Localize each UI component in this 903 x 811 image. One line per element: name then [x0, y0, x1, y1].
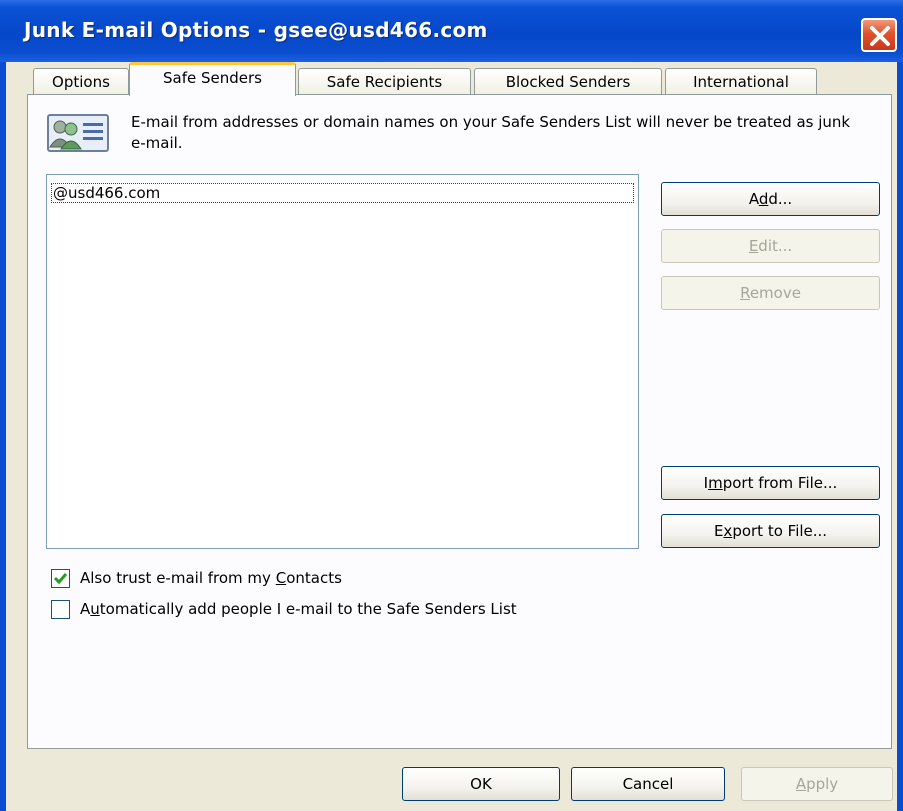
safe-senders-list[interactable]: @usd466.com	[46, 174, 639, 549]
tab-blocked-senders[interactable]: Blocked Senders	[474, 68, 662, 95]
close-icon	[870, 26, 890, 46]
window-frame-left	[0, 62, 6, 811]
window-frame-right	[897, 62, 903, 811]
import-from-file-button[interactable]: Import from File...	[661, 466, 880, 500]
tab-international[interactable]: International	[665, 68, 817, 95]
trust-contacts-checkbox[interactable]	[51, 569, 70, 588]
auto-add-label[interactable]: Automatically add people I e-mail to the…	[80, 599, 517, 619]
tab-safe-senders[interactable]: Safe Senders	[129, 62, 296, 96]
trust-contacts-label[interactable]: Also trust e-mail from my Contacts	[80, 568, 342, 588]
auto-add-checkbox[interactable]	[51, 600, 70, 619]
title-bar[interactable]: Junk E-mail Options - gsee@usd466.com	[0, 0, 903, 62]
add-button[interactable]: Add...	[661, 182, 880, 216]
list-item[interactable]: @usd466.com	[51, 183, 634, 203]
checkmark-icon	[54, 573, 67, 585]
edit-button[interactable]: Edit...	[661, 229, 880, 263]
remove-button[interactable]: Remove	[661, 276, 880, 310]
contacts-icon	[47, 114, 109, 152]
info-description: E-mail from addresses or domain names on…	[131, 113, 851, 152]
junk-email-options-dialog: Junk E-mail Options - gsee@usd466.com Op…	[0, 0, 903, 811]
ok-button[interactable]: OK	[402, 767, 560, 801]
close-button[interactable]	[861, 18, 897, 52]
apply-button[interactable]: Apply	[741, 767, 893, 801]
tab-safe-recipients[interactable]: Safe Recipients	[298, 68, 471, 95]
export-to-file-button[interactable]: Export to File...	[661, 514, 880, 548]
tab-options[interactable]: Options	[33, 68, 129, 95]
window-title: Junk E-mail Options - gsee@usd466.com	[24, 18, 488, 42]
cancel-button[interactable]: Cancel	[571, 767, 725, 801]
